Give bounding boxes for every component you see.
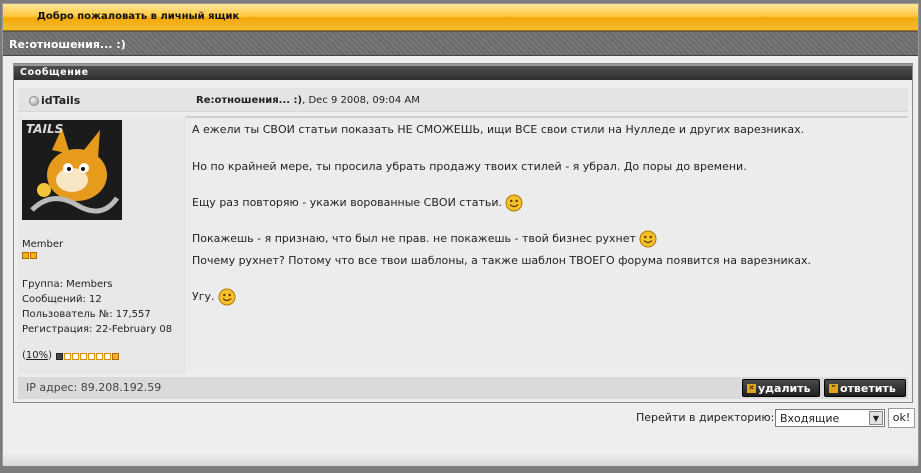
post-line-with-smiley: Покажешь - я признаю, что был не прав. н… — [192, 230, 657, 248]
message-box: Сообщение idTails Re:отношения... :), De… — [13, 63, 913, 403]
post-line-text: Ещу раз повторяю - укажи ворованные СВОИ… — [192, 196, 503, 209]
member-post-count: Сообщений: 12 — [22, 294, 102, 305]
folder-select[interactable]: Входящие ▼ — [775, 409, 885, 427]
post-footer: IP адрес: 89.208.192.59 ✕ удалить " отве… — [18, 377, 908, 399]
post-line-with-smiley: Угу. — [192, 288, 236, 306]
smiley-icon — [639, 230, 657, 248]
rank-pip — [22, 252, 29, 259]
warn-pip — [96, 353, 103, 360]
message-box-header: Сообщение — [14, 64, 912, 80]
post-line-text: Покажешь - я признаю, что был не прав. н… — [192, 232, 636, 245]
post-meta: Re:отношения... :), Dec 9 2008, 09:04 AM — [196, 95, 420, 106]
post-line-with-smiley: Ещу раз повторяю - укажи ворованные СВОИ… — [192, 194, 523, 212]
topic-bar: Re:отношения... :) — [3, 31, 918, 56]
warn-pip — [112, 353, 119, 360]
welcome-bar: Добро пожаловать в личный ящик — [3, 4, 918, 31]
go-button[interactable]: ok! — [888, 408, 915, 428]
warn-pip — [104, 353, 111, 360]
message-box-title: Сообщение — [20, 67, 89, 78]
warn-pip — [88, 353, 95, 360]
post-title: Re:отношения... :) — [196, 95, 303, 106]
member-registered: Регистрация: 22-February 08 — [22, 324, 173, 335]
reply-label: ответить — [840, 381, 896, 395]
warn-level-link[interactable]: 10% — [26, 350, 48, 361]
reply-button[interactable]: " ответить — [824, 379, 906, 397]
quote-icon: " — [829, 383, 838, 393]
offline-status-icon — [29, 96, 39, 106]
post-line: Почему рухнет? Потому что все твои шабло… — [192, 254, 812, 267]
smiley-icon — [505, 194, 523, 212]
page-frame: Добро пожаловать в личный ящик Re:отноше… — [2, 3, 919, 466]
warn-close: ) — [48, 350, 53, 361]
warn-pips — [56, 353, 119, 360]
post-line: А ежели ты СВОИ статьи показать НЕ СМОЖЕ… — [192, 123, 805, 136]
post-line-text: Угу. — [192, 290, 215, 303]
post-author[interactable]: idTails — [41, 94, 80, 107]
avatar-caption: TAILS — [26, 122, 64, 136]
jump-label: Перейти в директорию: — [636, 411, 775, 424]
delete-button[interactable]: ✕ удалить — [742, 379, 820, 397]
warn-pip — [72, 353, 79, 360]
warn-pip — [64, 353, 71, 360]
chevron-down-icon[interactable]: ▼ — [869, 411, 883, 425]
member-number: Пользователь №: 17,557 — [22, 309, 151, 320]
post-content: А ежели ты СВОИ статьи показать НЕ СМОЖЕ… — [186, 116, 908, 374]
member-group: Группа: Members — [22, 279, 113, 290]
member-role: Member — [22, 239, 64, 250]
post-body: TAILS Member Группа: Members Сообщений: … — [18, 116, 908, 374]
author-sidebar: TAILS Member Группа: Members Сообщений: … — [18, 116, 186, 374]
avatar: TAILS — [22, 120, 122, 220]
ip-address: IP адрес: 89.208.192.59 — [26, 381, 162, 394]
folder-select-value: Входящие — [780, 412, 840, 425]
rank-pips — [22, 252, 37, 259]
smiley-icon — [218, 288, 235, 306]
bottom-strip — [3, 453, 918, 466]
post-date: , Dec 9 2008, 09:04 AM — [302, 95, 420, 106]
warn-level: (10%) — [22, 350, 52, 361]
topic-title: Re:отношения... :) — [9, 38, 126, 51]
rank-pip — [30, 252, 37, 259]
warn-pip — [56, 353, 63, 360]
delete-icon: ✕ — [747, 383, 756, 393]
post-header: idTails Re:отношения... :), Dec 9 2008, … — [18, 88, 908, 112]
post-line: Но по крайней мере, ты просила убрать пр… — [192, 160, 747, 173]
welcome-title: Добро пожаловать в личный ящик — [37, 11, 240, 22]
delete-label: удалить — [758, 381, 811, 395]
warn-pip — [80, 353, 87, 360]
